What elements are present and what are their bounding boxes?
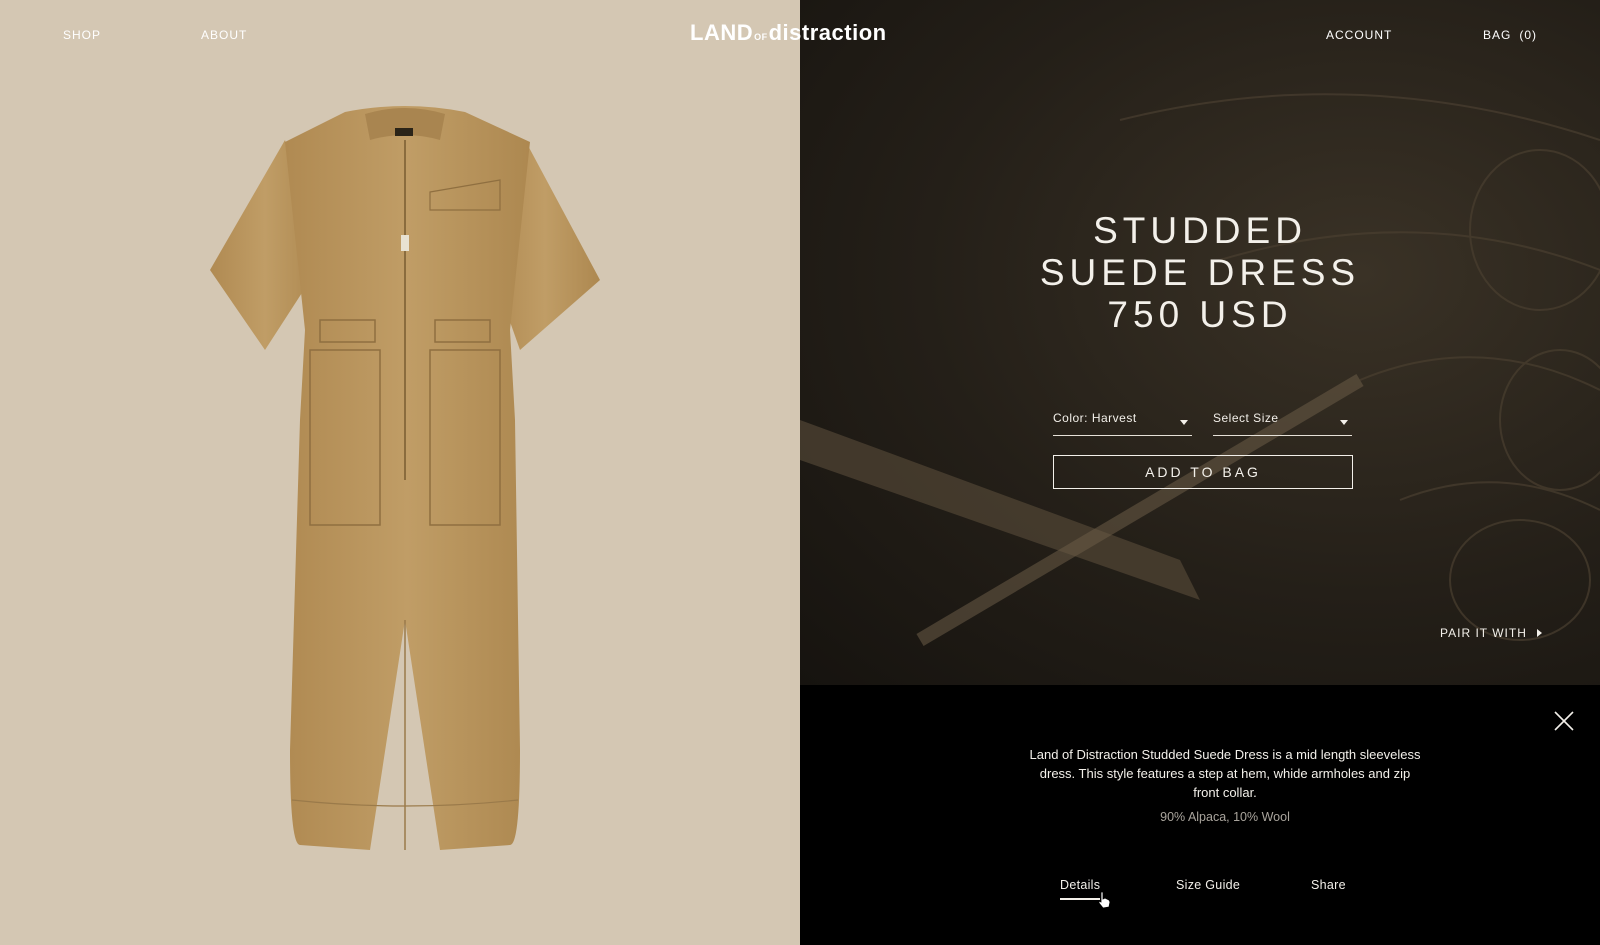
- product-description: Land of Distraction Studded Suede Dress …: [1029, 747, 1421, 800]
- bag-label: BAG: [1483, 28, 1512, 42]
- hand-pointer-cursor: [1098, 891, 1111, 909]
- nav-account[interactable]: ACCOUNT: [1326, 28, 1392, 42]
- add-to-bag-button[interactable]: ADD TO BAG: [1053, 455, 1353, 489]
- product-title-line1: STUDDED: [1093, 210, 1307, 251]
- brand-logo[interactable]: LANDOFdistraction: [690, 20, 887, 46]
- size-select[interactable]: Select Size: [1213, 404, 1352, 436]
- wood-logs-background-image: [800, 93, 1600, 647]
- bag-count: (0): [1519, 28, 1538, 42]
- color-select-label: Color: Harvest: [1053, 411, 1137, 425]
- product-photo-jumpsuit[interactable]: [190, 100, 620, 880]
- close-icon[interactable]: [1553, 710, 1575, 732]
- nav-shop[interactable]: SHOP: [63, 28, 101, 42]
- color-select[interactable]: Color: Harvest: [1053, 404, 1192, 436]
- tab-details[interactable]: Details: [1060, 878, 1101, 900]
- nav-about[interactable]: ABOUT: [201, 28, 247, 42]
- logo-land: LAND: [690, 20, 754, 45]
- arrow-right-icon: [1536, 629, 1542, 637]
- logo-of: OF: [754, 32, 768, 42]
- dropdown-caret-icon: [1180, 420, 1188, 425]
- logo-distraction: distraction: [768, 20, 887, 45]
- product-title-line2: SUEDE DRESS: [1039, 252, 1361, 293]
- product-image-panel: [0, 0, 800, 945]
- tab-share[interactable]: Share: [1311, 878, 1346, 892]
- size-select-label: Select Size: [1213, 411, 1279, 425]
- pair-it-with-link[interactable]: PAIR IT WITH: [1440, 626, 1542, 640]
- tab-size-guide[interactable]: Size Guide: [1176, 878, 1240, 892]
- pair-it-with-label: PAIR IT WITH: [1440, 626, 1527, 640]
- hero-background: [800, 0, 1600, 685]
- nav-bag[interactable]: BAG (0): [1483, 28, 1537, 42]
- product-composition: 90% Alpaca, 10% Wool: [1160, 810, 1290, 824]
- product-price: 750 USD: [1107, 294, 1293, 335]
- dropdown-caret-icon: [1340, 420, 1348, 425]
